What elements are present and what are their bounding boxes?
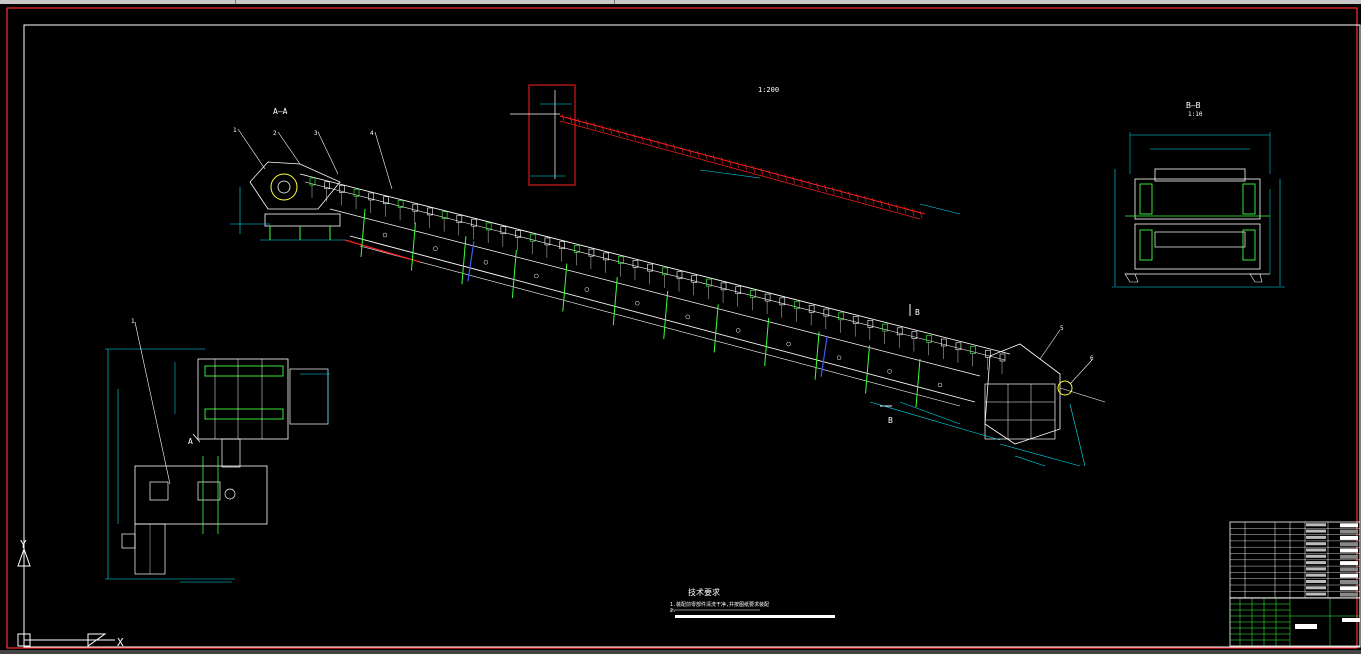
balloon-3: 3: [314, 130, 318, 137]
drive-balloon: 1: [131, 318, 135, 325]
main-conveyor-view: A—A B B 1 2 3 4 5 6: [230, 107, 1106, 467]
balloon-6: 6: [1090, 355, 1094, 362]
scale-bb-label: 1:10: [1188, 111, 1203, 118]
tech-line-1: 1.装配前零部件清洗干净,并按图纸要求装配: [670, 601, 769, 608]
part-balloons: 1 2 3 4 5 6: [233, 127, 1094, 385]
balloon-4: 4: [370, 130, 374, 137]
viewport-bottom-strip: [0, 650, 1361, 654]
bill-of-materials: [1229, 521, 1361, 599]
cad-drawing-canvas[interactable]: A—A B B 1 2 3 4 5 6 1:200 B—B 1:10 1 A 技…: [0, 4, 1361, 650]
view-a-mark: A: [188, 437, 193, 446]
title-block: [1229, 597, 1361, 647]
tech-line-2: 2.: [670, 608, 676, 614]
scale-main-label: 1:200: [758, 86, 779, 94]
gearbox: [134, 465, 268, 525]
section-b-mark-top: B: [915, 308, 920, 317]
balloon-5: 5: [1060, 325, 1064, 332]
tech-title: 技术要求: [688, 587, 720, 597]
section-bb-view: B—B 1:10: [1112, 101, 1285, 288]
drawing-frame: [23, 24, 1361, 648]
section-b-mark-bottom: B: [888, 416, 893, 425]
schematic-red-box: [528, 84, 576, 186]
axis-x-label: X: [117, 636, 124, 649]
tail-end-assembly: [984, 343, 1106, 467]
technical-requirements: 技术要求 1.装配前零部件清洗干净,并按图纸要求装配 2.: [670, 587, 835, 618]
head-drive-assembly: [230, 161, 345, 241]
section-aa-label: A—A: [273, 107, 288, 116]
conveyor-frame: [299, 173, 1011, 407]
balloon-2: 2: [273, 130, 277, 137]
drive-shaft-housing: [197, 358, 289, 440]
balloon-1: 1: [233, 127, 237, 134]
head-sprocket: [270, 173, 298, 201]
axis-y-label: Y: [20, 538, 27, 551]
section-bb-label: B—B: [1186, 101, 1201, 110]
head-base: [264, 213, 341, 227]
frame-posts: [360, 208, 943, 408]
outer-frame: [6, 7, 1358, 649]
drive-view-a: 1 A: [105, 318, 330, 583]
schematic-overview: 1:200: [510, 84, 961, 220]
